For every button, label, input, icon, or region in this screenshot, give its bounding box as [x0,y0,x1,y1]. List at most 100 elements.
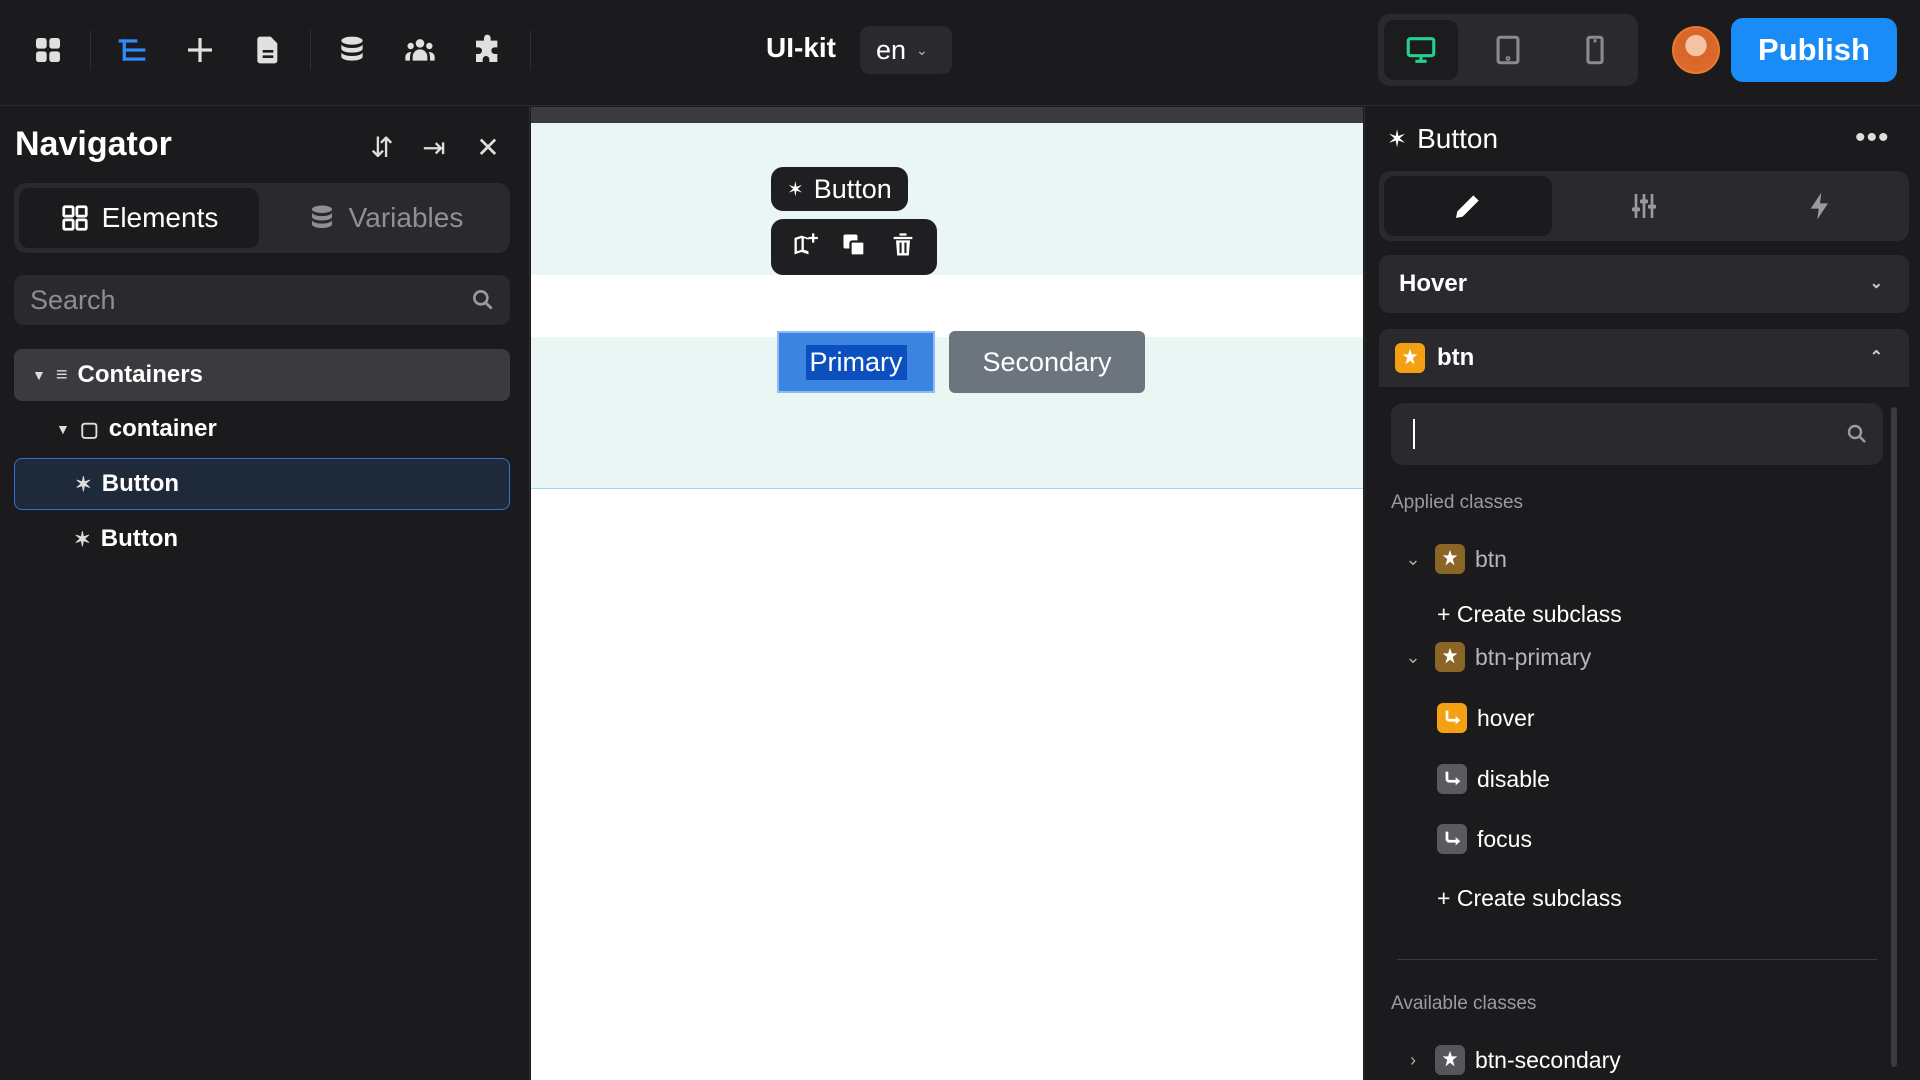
tab-style[interactable] [1384,176,1552,236]
database-icon [311,205,332,228]
delete-icon[interactable] [889,231,917,264]
plugins-icon[interactable] [466,28,510,72]
grid-icon [62,205,88,231]
more-icon[interactable]: ••• [1855,121,1890,155]
class-icon [1435,642,1465,672]
tree-item-containers[interactable]: ▼ ≡ Containers [14,349,510,401]
duplicate-icon[interactable] [840,231,868,264]
class-name: btn-primary [1475,643,1592,670]
chevron-down-icon: ⌄ [1869,275,1883,292]
scrollbar[interactable] [1891,407,1897,1067]
state-select-value: Hover [1399,270,1468,297]
inspector-tabs [1379,171,1909,241]
chevron-down-icon[interactable]: ⌄ [1401,647,1425,668]
class-selector[interactable]: btn ⌃ [1379,329,1909,387]
lightning-icon [1810,192,1828,220]
tree-item-button-selected[interactable]: ✶ Button [14,458,510,510]
applied-class-btn[interactable]: ⌄ btn [1401,544,1507,574]
create-subclass-button[interactable]: + Create subclass [1437,885,1622,912]
chevron-up-icon[interactable]: ⌃ [1870,347,1883,367]
state-select[interactable]: Hover ⌄ [1379,255,1909,313]
caret-down-icon[interactable]: ▼ [56,421,70,437]
desktop-icon[interactable] [1384,20,1458,80]
element-label-text: Button [813,173,892,204]
tab-settings[interactable] [1560,176,1728,236]
button-row [531,275,1363,337]
box-icon: ▢ [79,418,99,441]
primary-button[interactable]: Primary [777,331,935,393]
tablet-icon[interactable] [1471,20,1545,80]
state-name: hover [1477,704,1535,731]
navigator-title: Navigator [15,125,172,163]
site-name: UI-kit [766,32,836,63]
language-select[interactable]: en ⌄ [860,26,952,74]
state-hover[interactable]: hover [1437,703,1535,733]
toolbar-divider [90,30,91,70]
state-arrow-icon [1437,824,1467,854]
create-subclass-button[interactable]: + Create subclass [1437,601,1622,628]
pencil-icon [1456,195,1479,218]
class-icon [1435,544,1465,574]
add-icon[interactable] [178,28,222,72]
navigator-icon[interactable] [110,28,154,72]
database-icon[interactable] [330,28,374,72]
publish-button[interactable]: Publish [1731,18,1897,82]
state-name: focus [1477,825,1532,852]
tab-interactions[interactable] [1736,176,1904,236]
dock-panel-icon[interactable]: ⇥ [414,127,454,167]
state-arrow-icon [1437,703,1467,733]
close-icon[interactable]: ✕ [468,127,508,167]
divider [1397,959,1877,960]
class-search-input[interactable] [1391,403,1883,465]
top-toolbar: UI-kit en ⌄ Publish [0,0,1920,106]
caret-down-icon[interactable]: ▼ [32,367,46,383]
apps-icon[interactable] [26,28,70,72]
state-focus[interactable]: focus [1437,824,1532,854]
available-class-btn-secondary[interactable]: › btn-secondary [1401,1045,1621,1075]
class-icon [1435,1045,1465,1075]
applied-classes-label: Applied classes [1391,492,1524,513]
class-icon [1395,343,1425,373]
tree-item-label: Button [100,525,179,552]
search-input[interactable] [14,275,510,325]
tree-item-button[interactable]: ✶ Button [14,513,510,565]
users-icon[interactable] [398,28,442,72]
toolbar-divider [530,30,531,70]
list-icon: ≡ [55,363,68,386]
class-name: btn-secondary [1475,1046,1621,1073]
chevron-down-icon: ⌄ [916,41,928,58]
create-subclass-label: Create subclass [1456,885,1622,911]
mobile-icon[interactable] [1558,20,1632,80]
tree-item-label: container [108,415,217,442]
create-subclass-label: Create subclass [1456,601,1622,627]
cursor-click-icon: ✶ [787,178,804,201]
design-canvas[interactable]: ✶ Button Primary Secondary [531,107,1363,1080]
tab-variables-label: Variables [348,202,464,233]
state-arrow-icon [1437,764,1467,794]
tree-item-container[interactable]: ▼ ▢ container [14,403,510,455]
pages-icon[interactable] [246,28,290,72]
cursor-click-icon: ✶ [74,528,91,551]
primary-button-label[interactable]: Primary [805,344,907,380]
class-selector-value: btn [1437,344,1475,371]
toolbar-divider [310,30,311,70]
tab-elements[interactable]: Elements [19,188,259,248]
expand-collapse-icon[interactable]: ⇵ [362,127,402,167]
inspector-panel: ✶ Button ••• Hover ⌄ btn ⌃ Applied class… [1364,107,1920,1080]
avatar[interactable] [1672,26,1720,74]
cursor-click-icon: ✶ [1387,125,1408,153]
navigator-tabs: Elements Variables [14,183,510,253]
search-icon [473,290,493,310]
element-label: ✶ Button [771,167,908,211]
inspector-title: ✶ Button [1387,123,1498,155]
state-disable[interactable]: disable [1437,764,1550,794]
device-switcher [1378,14,1638,86]
tab-variables[interactable]: Variables [265,188,505,248]
element-toolbar [771,219,937,283]
tree-item-label: Containers [77,361,203,388]
chevron-down-icon[interactable]: ⌄ [1401,549,1425,570]
add-child-icon[interactable] [791,231,819,264]
chevron-right-icon[interactable]: › [1401,1050,1425,1071]
applied-class-btn-primary[interactable]: ⌄ btn-primary [1401,642,1591,672]
secondary-button[interactable]: Secondary [949,331,1145,393]
